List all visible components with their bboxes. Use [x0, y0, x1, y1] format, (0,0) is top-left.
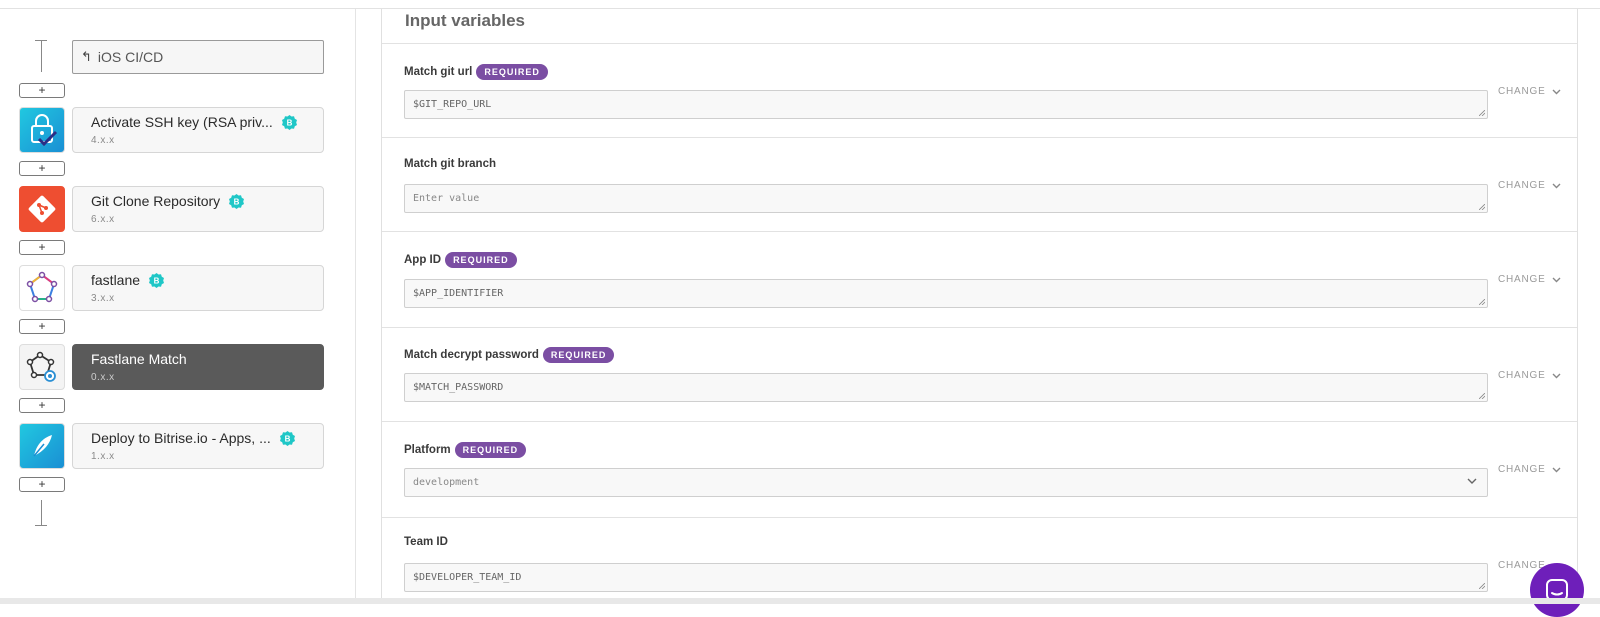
chevron-down-icon	[1552, 373, 1561, 378]
field-app-id: App ID REQUIRED $APP_IDENTIFIER CHANGE	[382, 232, 1577, 328]
change-label: CHANGE	[1498, 86, 1546, 97]
add-step-button[interactable]: +	[19, 161, 65, 176]
match-decrypt-password-input[interactable]: $MATCH_PASSWORD	[404, 373, 1488, 402]
return-arrow-icon: ↰	[81, 49, 92, 64]
field-match-decrypt-password: Match decrypt password REQUIRED $MATCH_P…	[382, 328, 1577, 422]
connector-line	[41, 500, 42, 525]
step-title: Git Clone Repository	[91, 193, 221, 209]
field-label: Match git branch	[404, 158, 497, 170]
chevron-down-icon	[1467, 478, 1477, 484]
step-version: 6.x.x	[91, 214, 115, 225]
field-label: Platform	[404, 444, 451, 456]
bottom-bar	[0, 598, 1600, 604]
bitrise-deploy-icon	[19, 423, 65, 469]
chevron-down-icon	[1552, 467, 1561, 472]
ssh-key-icon	[19, 107, 65, 153]
connector-cap	[35, 525, 47, 526]
svg-text:B: B	[286, 118, 292, 127]
input-variables-panel: Input variables Match git url REQUIRED $…	[381, 9, 1578, 598]
step-title: Activate SSH key (RSA priv...	[91, 114, 273, 130]
verified-badge-icon: B	[149, 272, 165, 288]
chevron-down-icon	[1552, 277, 1561, 282]
match-git-branch-input[interactable]: Enter value	[404, 184, 1488, 213]
field-match-git-branch: Match git branch Enter value CHANGE	[382, 138, 1577, 232]
required-badge: REQUIRED	[445, 252, 517, 268]
resize-handle-icon[interactable]	[1479, 110, 1485, 116]
verified-badge-icon: B	[229, 193, 245, 209]
field-label: Match git url	[404, 66, 473, 78]
change-button[interactable]: CHANGE	[1498, 180, 1561, 191]
input-placeholder: Enter value	[413, 193, 480, 204]
field-label: Match decrypt password	[404, 349, 539, 361]
step-version: 4.x.x	[91, 135, 115, 146]
add-step-button[interactable]: +	[19, 477, 65, 492]
step-title: fastlane	[91, 272, 141, 288]
connector-line	[41, 40, 42, 72]
input-value: $DEVELOPER_TEAM_ID	[413, 572, 522, 583]
workflow-selector[interactable]: ↰ iOS CI/CD	[72, 40, 324, 74]
change-button[interactable]: CHANGE	[1498, 464, 1561, 475]
step-card-git-clone[interactable]: Git Clone Repository B 6.x.x	[72, 186, 324, 232]
add-step-button[interactable]: +	[19, 319, 65, 334]
input-value: $GIT_REPO_URL	[413, 99, 492, 110]
change-button[interactable]: CHANGE	[1498, 86, 1561, 97]
match-git-url-input[interactable]: $GIT_REPO_URL	[404, 90, 1488, 119]
platform-select[interactable]: development	[404, 468, 1488, 497]
git-clone-icon	[19, 186, 65, 232]
chevron-down-icon	[1552, 89, 1561, 94]
step-version: 3.x.x	[91, 293, 115, 304]
verified-badge-icon: B	[281, 114, 297, 130]
fastlane-match-icon	[19, 344, 65, 390]
step-card-fastlane[interactable]: fastlane B 3.x.x	[72, 265, 324, 311]
change-label: CHANGE	[1498, 464, 1546, 475]
step-card-fastlane-match[interactable]: Fastlane Match 0.x.x	[72, 344, 324, 390]
required-badge: REQUIRED	[476, 64, 548, 80]
step-version: 1.x.x	[91, 451, 115, 462]
change-label: CHANGE	[1498, 370, 1546, 381]
field-label: Team ID	[404, 536, 448, 548]
chevron-down-icon	[1552, 183, 1561, 188]
field-team-id: Team ID $DEVELOPER_TEAM_ID CHANGE	[382, 518, 1577, 598]
section-title: Input variables	[405, 11, 525, 30]
change-button[interactable]: CHANGE	[1498, 370, 1561, 381]
verified-badge-icon: B	[279, 430, 295, 446]
field-platform: Platform REQUIRED development CHANGE	[382, 422, 1577, 518]
resize-handle-icon[interactable]	[1479, 299, 1485, 305]
svg-text:B: B	[234, 197, 240, 206]
chat-launcher-button[interactable]	[1530, 563, 1584, 617]
input-value: $APP_IDENTIFIER	[413, 288, 504, 299]
resize-handle-icon[interactable]	[1479, 583, 1485, 589]
add-step-button[interactable]: +	[19, 398, 65, 413]
svg-text:B: B	[154, 276, 160, 285]
step-version: 0.x.x	[91, 372, 115, 383]
change-label: CHANGE	[1498, 180, 1546, 191]
step-title: Deploy to Bitrise.io - Apps, ...	[91, 430, 271, 446]
workflow-editor: ↰ iOS CI/CD + + + + + + Activate SSH key…	[0, 9, 356, 598]
add-step-button[interactable]: +	[19, 240, 65, 255]
fastlane-icon	[19, 265, 65, 311]
connector-cap	[35, 40, 47, 41]
required-badge: REQUIRED	[454, 442, 527, 458]
selected-value: development	[413, 477, 480, 488]
input-value: $MATCH_PASSWORD	[413, 382, 504, 393]
add-step-button[interactable]: +	[19, 83, 65, 98]
step-card-ssh-key[interactable]: Activate SSH key (RSA priv... B 4.x.x	[72, 107, 324, 153]
team-id-input[interactable]: $DEVELOPER_TEAM_ID	[404, 563, 1488, 592]
step-title: Fastlane Match	[91, 351, 187, 367]
field-match-git-url: Match git url REQUIRED $GIT_REPO_URL CHA…	[382, 44, 1577, 138]
svg-text:B: B	[284, 434, 290, 443]
resize-handle-icon[interactable]	[1479, 204, 1485, 210]
app-id-input[interactable]: $APP_IDENTIFIER	[404, 279, 1488, 308]
workflow-name: iOS CI/CD	[97, 49, 164, 65]
change-label: CHANGE	[1498, 274, 1546, 285]
change-button[interactable]: CHANGE	[1498, 274, 1561, 285]
required-badge: REQUIRED	[542, 347, 615, 363]
field-label: App ID	[404, 254, 442, 266]
step-card-deploy[interactable]: Deploy to Bitrise.io - Apps, ... B 1.x.x	[72, 423, 324, 469]
resize-handle-icon[interactable]	[1479, 393, 1485, 399]
